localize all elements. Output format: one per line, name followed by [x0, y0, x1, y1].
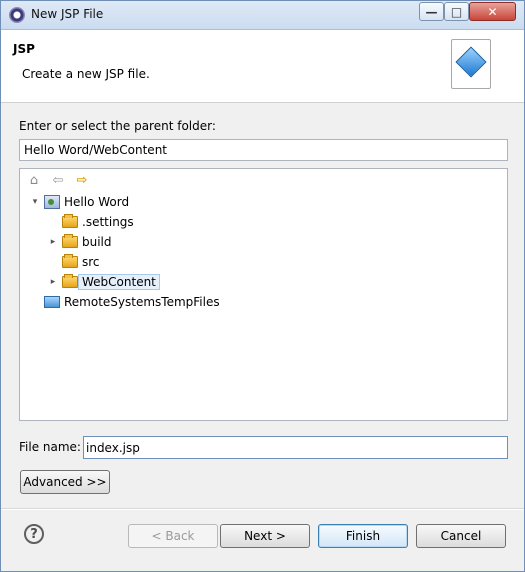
- tree-item-label: src: [82, 255, 100, 269]
- advanced-button[interactable]: Advanced >>: [20, 470, 110, 494]
- maximize-icon: □: [450, 4, 463, 19]
- cancel-button[interactable]: Cancel: [416, 524, 506, 548]
- wizard-header: JSP Create a new JSP file.: [1, 30, 524, 103]
- project-icon: [44, 195, 60, 209]
- page-title: JSP: [13, 42, 35, 56]
- tree-item-label: Hello Word: [64, 195, 130, 209]
- tree-item-remote-systems[interactable]: RemoteSystemsTempFiles: [44, 292, 220, 312]
- collapsed-arrow-icon[interactable]: ▸: [48, 237, 58, 247]
- minimize-icon: —: [425, 4, 438, 19]
- tree-item-label: build: [82, 235, 112, 249]
- help-icon[interactable]: ?: [24, 524, 44, 544]
- file-name-label: File name:: [19, 440, 81, 454]
- button-separator: [1, 508, 524, 510]
- parent-folder-label: Enter or select the parent folder:: [19, 119, 216, 133]
- window-title: New JSP File: [31, 7, 104, 21]
- tree-item-build[interactable]: ▸ build: [48, 232, 112, 252]
- tree-toolbar: ⌂ ⇦ ⇨: [26, 173, 90, 189]
- back-arrow-icon[interactable]: ⇦: [50, 173, 66, 189]
- forward-arrow-icon[interactable]: ⇨: [74, 173, 90, 189]
- tree-item-webcontent[interactable]: ▸ WebContent: [48, 272, 160, 292]
- folder-icon: [62, 254, 78, 268]
- tree-item-hello-word[interactable]: ▾ Hello Word: [30, 192, 129, 212]
- next-button[interactable]: Next >: [220, 524, 310, 548]
- folder-icon: [62, 214, 78, 228]
- tree-item-label: RemoteSystemsTempFiles: [64, 295, 220, 309]
- jsp-file-icon: [451, 39, 491, 89]
- minimize-button[interactable]: —: [419, 2, 444, 21]
- back-button[interactable]: < Back: [128, 524, 218, 548]
- remote-folder-icon: [44, 296, 60, 308]
- new-jsp-file-dialog: New JSP File — □ ✕ JSP Create a new JSP …: [0, 0, 525, 572]
- folder-tree[interactable]: ⌂ ⇦ ⇨ ▾ Hello Word .settings ▸ build src…: [19, 168, 508, 421]
- folder-icon: [62, 234, 78, 248]
- folder-icon: [62, 274, 78, 288]
- finish-button[interactable]: Finish: [318, 524, 408, 548]
- tree-item-label: WebContent: [78, 274, 160, 290]
- close-icon: ✕: [487, 4, 498, 19]
- close-button[interactable]: ✕: [469, 2, 516, 21]
- file-name-input[interactable]: [83, 436, 508, 459]
- home-icon[interactable]: ⌂: [26, 173, 42, 189]
- page-description: Create a new JSP file.: [22, 67, 150, 81]
- tree-item-settings[interactable]: .settings: [62, 212, 134, 232]
- expanded-arrow-icon[interactable]: ▾: [30, 197, 40, 207]
- maximize-button[interactable]: □: [444, 2, 469, 21]
- tree-item-src[interactable]: src: [62, 252, 100, 272]
- collapsed-arrow-icon[interactable]: ▸: [48, 277, 58, 287]
- title-bar: New JSP File — □ ✕: [1, 1, 524, 30]
- app-icon: [9, 7, 25, 23]
- parent-folder-input[interactable]: [19, 139, 508, 161]
- tree-item-label: .settings: [82, 215, 134, 229]
